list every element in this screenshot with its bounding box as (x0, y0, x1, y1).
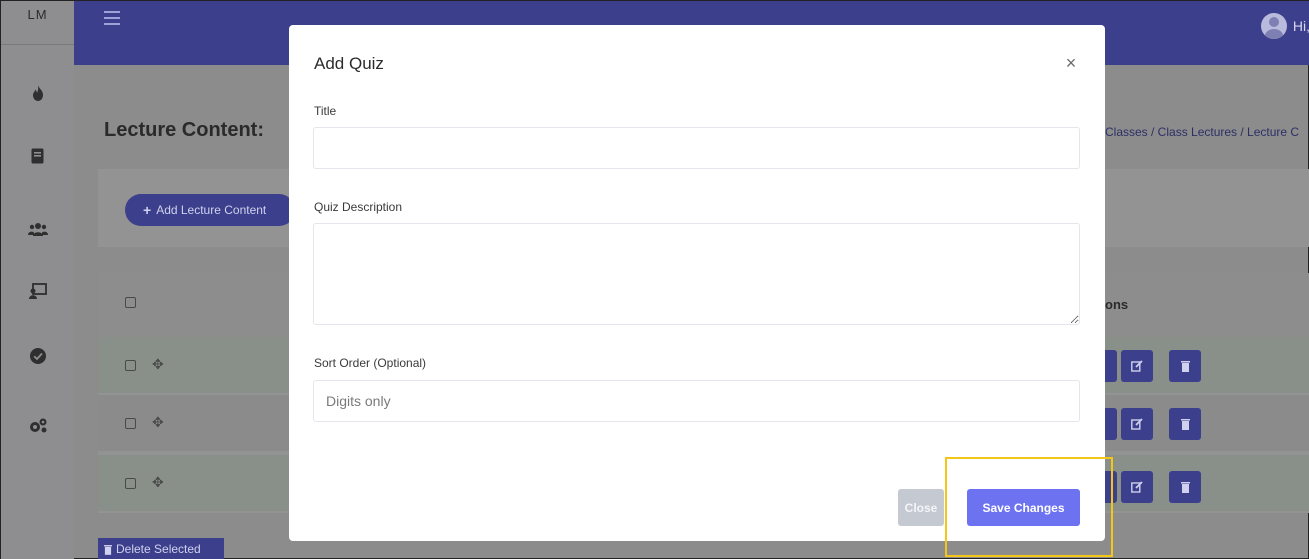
sidebar-item-check[interactable] (1, 340, 74, 372)
users-icon (27, 223, 48, 236)
sidebar-item-presentation[interactable] (1, 275, 74, 307)
app-logo: LM (1, 1, 74, 45)
row-checkbox[interactable] (125, 418, 136, 429)
trash-icon (1180, 361, 1190, 372)
view-button[interactable] (1105, 471, 1117, 503)
user-menu[interactable]: Hi, (1260, 13, 1309, 39)
edit-button[interactable] (1121, 408, 1153, 440)
gears-icon (29, 418, 46, 433)
fire-icon (32, 85, 43, 101)
row-checkbox[interactable] (125, 478, 136, 489)
page-title: Lecture Content: (104, 119, 264, 141)
quiz-description-label: Quiz Description (314, 200, 403, 214)
drag-handle-icon[interactable]: ✥ (152, 414, 164, 431)
delete-selected-label: Delete Selected (116, 542, 201, 556)
edit-button[interactable] (1121, 471, 1153, 503)
user-greeting: Hi, (1292, 18, 1309, 34)
trash-icon (104, 544, 112, 555)
delete-button[interactable] (1169, 350, 1201, 382)
drag-handle-icon[interactable]: ✥ (152, 474, 164, 491)
trash-icon (1180, 482, 1190, 493)
sort-order-input[interactable] (313, 380, 1080, 422)
trash-icon (1180, 419, 1190, 430)
actions-column-header: ons (1105, 297, 1129, 312)
sort-order-label: Sort Order (Optional) (314, 356, 427, 370)
check-circle-icon (29, 348, 46, 364)
delete-button[interactable] (1169, 471, 1201, 503)
view-button[interactable] (1105, 408, 1117, 440)
drag-handle-icon[interactable]: ✥ (152, 356, 164, 373)
menu-toggle-icon[interactable] (104, 11, 120, 25)
view-button[interactable] (1105, 350, 1117, 382)
presentation-icon (28, 283, 47, 299)
row-checkbox[interactable] (125, 360, 136, 371)
edit-icon (1131, 418, 1143, 430)
delete-selected-button[interactable]: Delete Selected (98, 538, 224, 559)
add-lecture-content-button[interactable]: + Add Lecture Content (125, 194, 295, 226)
sidebar-item-fire[interactable] (1, 77, 74, 109)
sidebar-item-book[interactable] (1, 140, 74, 172)
modal-title: Add Quiz (314, 54, 384, 73)
edit-button[interactable] (1121, 350, 1153, 382)
edit-icon (1131, 360, 1143, 372)
avatar-icon (1260, 13, 1287, 39)
edit-icon (1131, 481, 1143, 493)
close-icon[interactable]: × (1061, 53, 1081, 73)
add-lecture-content-label: Add Lecture Content (156, 203, 267, 217)
close-button[interactable]: Close (898, 489, 944, 526)
sidebar: LM (1, 1, 74, 559)
title-label: Title (314, 104, 337, 118)
add-quiz-modal: Add Quiz × Title Quiz Description Sort O… (289, 25, 1105, 541)
plus-icon: + (143, 202, 152, 218)
quiz-description-textarea[interactable] (313, 223, 1080, 325)
delete-button[interactable] (1169, 408, 1201, 440)
book-icon (31, 148, 44, 164)
title-input[interactable] (313, 127, 1080, 169)
select-all-checkbox[interactable] (125, 297, 136, 308)
breadcrumb[interactable]: Classes / Class Lectures / Lecture C (1105, 125, 1299, 139)
sidebar-item-settings[interactable] (1, 410, 74, 442)
save-changes-button[interactable]: Save Changes (967, 489, 1080, 526)
sidebar-item-users[interactable] (1, 213, 74, 245)
